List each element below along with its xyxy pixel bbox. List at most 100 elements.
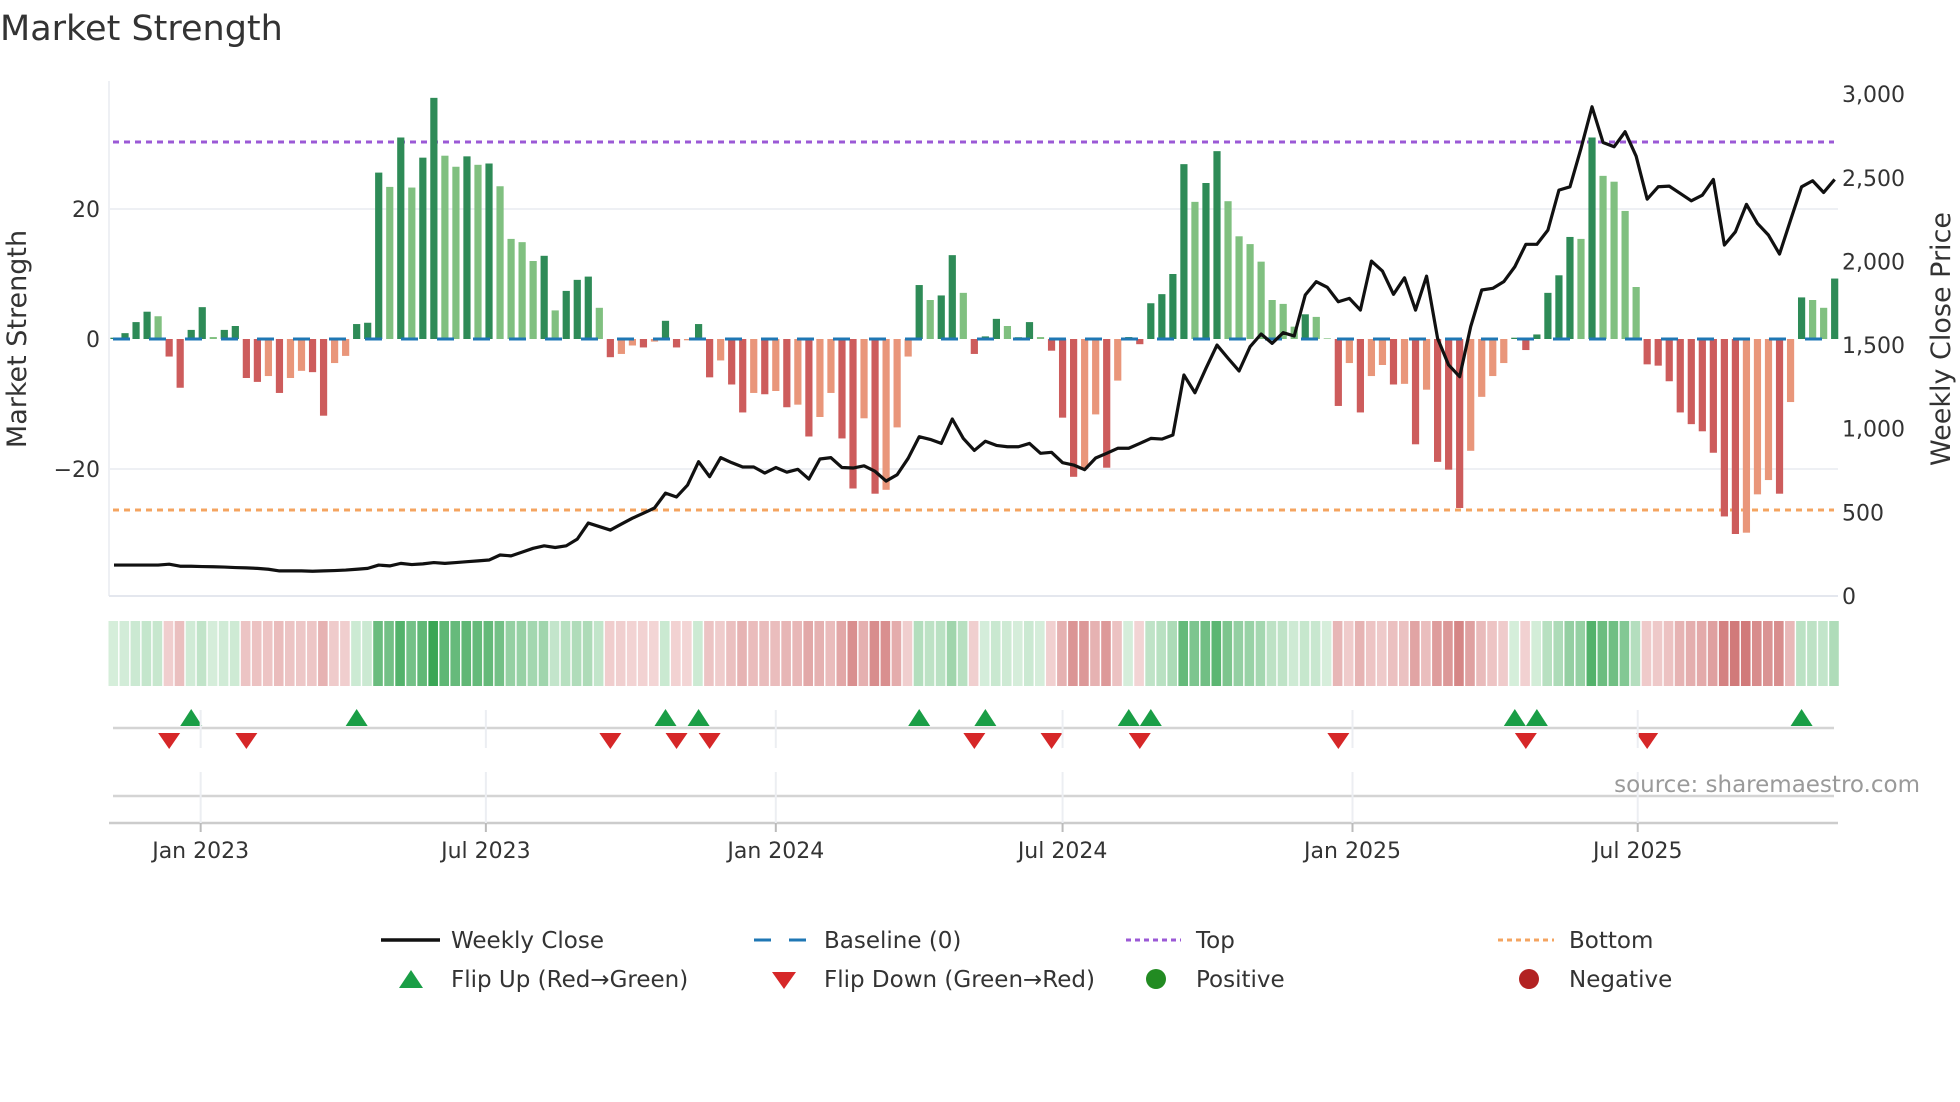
strength-bar <box>198 307 206 339</box>
strength-bar <box>948 255 956 339</box>
legend-item-negative[interactable]: Negative <box>1519 967 1672 993</box>
heatmap-cell <box>615 621 626 686</box>
strength-bar <box>772 339 780 391</box>
flip-down-marker <box>698 733 721 749</box>
strength-bar <box>959 292 967 339</box>
strength-bar <box>1742 339 1751 533</box>
heatmap-cell <box>671 621 681 686</box>
heatmap-cell <box>516 621 527 686</box>
heatmap-cell <box>792 621 802 686</box>
flip-up-marker <box>687 709 710 726</box>
strength-bar <box>518 242 526 339</box>
strength-bar <box>132 322 140 339</box>
left-tick-label: −20 <box>54 458 100 483</box>
x-axis-ticks: Jan 2023 Jul 2023 Jan 2024 Jul 2024 Jan 2025… <box>150 710 1682 864</box>
source-annotation: source: sharemaestro.com <box>1614 772 1920 798</box>
strength-bar <box>1588 137 1596 339</box>
legend-label: Top <box>1195 928 1235 954</box>
heatmap-cell <box>803 621 813 686</box>
heatmap-cell <box>284 621 295 686</box>
flip-down-marker <box>1636 733 1659 749</box>
heatmap-cell <box>582 621 593 686</box>
legend-item-bottom[interactable]: Bottom <box>1498 928 1653 954</box>
heatmap-cell <box>704 621 714 686</box>
legend-label: Baseline (0) <box>824 928 961 954</box>
heatmap-cell <box>538 621 549 686</box>
strength-bar <box>937 295 945 339</box>
strength-bar <box>209 337 217 339</box>
flip-up-marker <box>654 709 677 726</box>
strength-bar <box>1676 339 1684 413</box>
heatmap-cell <box>1718 621 1729 686</box>
legend-label: Flip Up (Red→Green) <box>451 967 688 993</box>
heatmap-cell <box>737 621 747 686</box>
legend-item-baseline[interactable]: Baseline (0) <box>754 928 961 954</box>
heatmap-cell <box>1123 621 1133 686</box>
legend-item-positive[interactable]: Positive <box>1146 967 1285 993</box>
strength-bar <box>143 311 151 339</box>
strength-bar <box>1797 297 1806 339</box>
strength-bar <box>1003 326 1012 339</box>
heatmap-cell <box>273 621 284 686</box>
legend-item-flip-up[interactable]: Flip Up (Red→Green) <box>399 967 688 993</box>
strength-bar <box>1246 244 1254 339</box>
heatmap-cell <box>1211 621 1222 686</box>
strength-bar <box>319 339 328 416</box>
heatmap-cell <box>119 621 130 686</box>
x-tick-label: Jul 2023 <box>439 839 531 864</box>
legend-label: Positive <box>1196 967 1285 993</box>
strength-bar <box>694 324 703 339</box>
strength-bar <box>1654 339 1662 366</box>
strength-bar <box>1036 337 1045 339</box>
strength-bar <box>1312 316 1320 339</box>
legend-item-flip-down[interactable]: Flip Down (Green→Red) <box>772 967 1095 993</box>
x-tick-label: Jan 2024 <box>725 839 824 864</box>
strength-bar <box>308 339 317 373</box>
heatmap-cell <box>1023 621 1034 686</box>
heatmap-cell <box>1200 621 1211 686</box>
flip-down-marker <box>1040 733 1063 749</box>
strength-bar <box>783 339 791 408</box>
strength-bar <box>794 339 802 405</box>
heatmap-cell <box>1729 621 1740 686</box>
strength-bar <box>1522 339 1530 351</box>
strength-bar <box>1422 339 1431 390</box>
strength-bar <box>672 339 681 348</box>
heatmap-cell <box>1774 621 1784 686</box>
heatmap-cell <box>726 621 736 686</box>
heatmap-cell <box>307 621 317 686</box>
heatmap-cell <box>1641 621 1652 686</box>
heatmap-cell <box>748 621 758 686</box>
heatmap-cell <box>1399 621 1409 686</box>
heatmap-cell <box>108 621 119 686</box>
strength-bar <box>1610 181 1618 339</box>
heatmap-cell <box>858 621 869 686</box>
heatmap-cell <box>1189 621 1200 686</box>
heatmap-cell <box>1101 621 1111 686</box>
strength-bar <box>1103 339 1111 468</box>
strength-bar <box>661 320 670 339</box>
negative-circle-icon <box>1519 969 1539 989</box>
legend-item-top[interactable]: Top <box>1126 928 1235 954</box>
strength-bar <box>485 163 493 339</box>
heatmap-cell <box>1288 621 1299 686</box>
strength-bar <box>331 339 339 364</box>
strength-bar <box>595 307 603 339</box>
strength-bar <box>992 318 1000 339</box>
strength-bar <box>1764 339 1773 481</box>
strength-bar <box>573 279 581 339</box>
chart-title: Market Strength <box>0 9 283 49</box>
right-tick-label: 0 <box>1842 585 1856 610</box>
heatmap-cell <box>913 621 924 686</box>
heatmap-cell <box>395 621 405 686</box>
strength-bar <box>1467 339 1475 451</box>
legend-item-weekly-close[interactable]: Weekly Close <box>381 928 604 954</box>
flip-up-marker <box>1790 709 1813 726</box>
flip-down-marker <box>1514 733 1537 749</box>
heatmap-cell <box>549 621 560 686</box>
strength-bar <box>915 285 923 339</box>
heatmap-cell <box>880 621 891 686</box>
heatmap-cell <box>207 621 218 686</box>
heatmap-cell <box>869 621 880 686</box>
heatmap-cell <box>1156 621 1166 686</box>
